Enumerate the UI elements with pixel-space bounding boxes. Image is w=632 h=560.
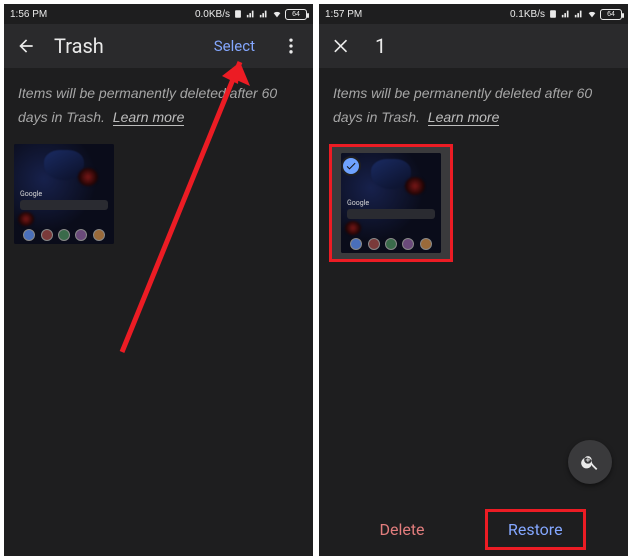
status-time: 1:57 PM	[325, 9, 362, 20]
restore-button[interactable]: Restore	[490, 514, 581, 545]
status-time: 1:56 PM	[10, 9, 47, 20]
close-icon	[331, 36, 351, 56]
appbar: Trash Select	[4, 24, 313, 68]
zoom-fab[interactable]	[568, 440, 612, 484]
phone-right: 1:57 PM 0.1KB/s 64 1 Items will be perma…	[319, 4, 628, 556]
wifi-icon	[587, 9, 597, 19]
info-banner: Items will be permanently deleted after …	[4, 68, 313, 140]
learn-more-link[interactable]: Learn more	[113, 109, 185, 126]
back-button[interactable]	[12, 32, 40, 60]
signal-icon	[246, 9, 256, 19]
info-banner: Items will be permanently deleted after …	[319, 68, 628, 140]
zoom-in-icon	[580, 452, 600, 472]
status-net: 0.1KB/s	[510, 9, 545, 20]
phone-left: 1:56 PM 0.0KB/s 64 Trash Select Items wi…	[4, 4, 313, 556]
overflow-menu-button[interactable]	[277, 32, 305, 60]
delete-button[interactable]: Delete	[361, 514, 442, 545]
appbar-selection: 1	[319, 24, 628, 68]
signal-icon	[574, 9, 584, 19]
battery-icon: 64	[285, 9, 307, 20]
more-vert-icon	[281, 36, 301, 56]
selection-count: 1	[375, 34, 620, 58]
statusbar: 1:56 PM 0.0KB/s 64	[4, 4, 313, 24]
annotation-highlight-thumbnail: Google	[329, 144, 453, 262]
signal-icon	[561, 9, 571, 19]
page-title: Trash	[54, 34, 200, 58]
check-icon	[345, 160, 357, 172]
thumbnail-grid: Google	[4, 140, 313, 248]
statusbar: 1:57 PM 0.1KB/s 64	[319, 4, 628, 24]
bottom-action-bar: Delete Restore	[319, 502, 628, 556]
annotation-highlight-restore: Restore	[485, 509, 586, 550]
thumbnail-google-label: Google	[20, 190, 42, 198]
wifi-icon	[272, 9, 282, 19]
thumbnail-google-label: Google	[347, 199, 369, 207]
thumbnail-grid: Google	[319, 140, 628, 266]
status-net: 0.0KB/s	[195, 9, 230, 20]
learn-more-link[interactable]: Learn more	[428, 109, 500, 126]
sim-icon	[548, 9, 558, 19]
sim-icon	[233, 9, 243, 19]
arrow-back-icon	[16, 36, 36, 56]
close-selection-button[interactable]	[327, 32, 355, 60]
select-button[interactable]: Select	[214, 37, 255, 55]
trash-thumbnail[interactable]: Google	[14, 144, 114, 244]
selection-checkmark[interactable]	[341, 156, 361, 176]
signal-icon	[259, 9, 269, 19]
battery-icon: 64	[600, 9, 622, 20]
